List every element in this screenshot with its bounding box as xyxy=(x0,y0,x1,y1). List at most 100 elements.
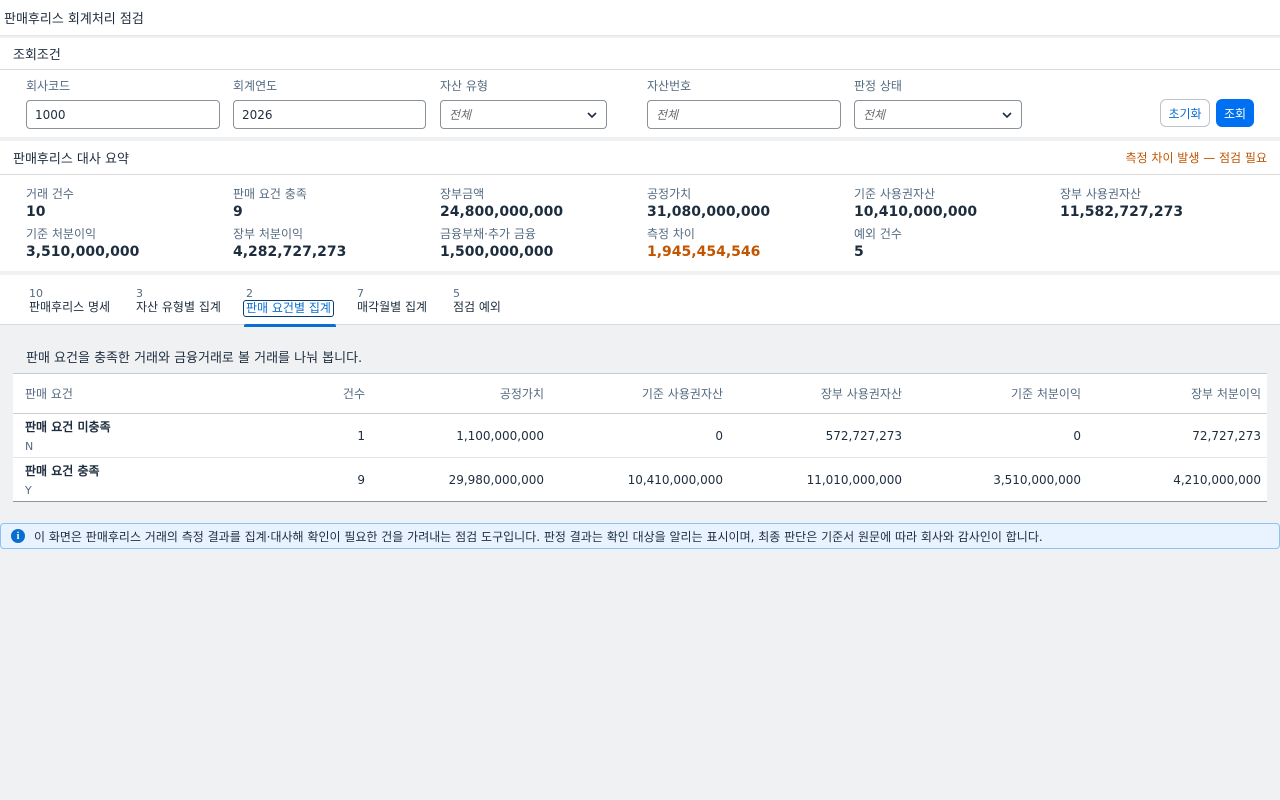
requirement-cell: 판매 요건 충족 Y xyxy=(13,457,243,502)
summary-title: 판매후리스 대사 요약 xyxy=(13,152,129,167)
tab-lease-detail[interactable]: 10 판매후리스 명세 xyxy=(29,287,110,315)
chevron-down-icon xyxy=(1002,112,1012,119)
tab-label: 점검 예외 xyxy=(453,300,501,314)
filter-bar: 회사코드 1000 회계연도 2026 자산 유형 전체 자산번호 전체 판정 xyxy=(0,70,1280,137)
base-rou-cell: 10,410,000,000 xyxy=(550,457,729,502)
kpi-value: 5 xyxy=(854,244,864,260)
kpi-value: 24,800,000,000 xyxy=(440,204,564,220)
chevron-down-icon xyxy=(587,112,597,119)
judgment-status-value: 전체 xyxy=(863,108,886,122)
tab-description: 판매 요건을 충족한 거래와 금융거래로 볼 거래를 나눠 봅니다. xyxy=(26,351,363,366)
asset-number-placeholder: 전체 xyxy=(656,108,679,122)
asset-number-input[interactable]: 전체 xyxy=(647,100,841,129)
fiscal-year-value: 2026 xyxy=(242,107,273,122)
column-header[interactable]: 장부 사용권자산 xyxy=(729,373,908,414)
info-text: 이 화면은 판매후리스 거래의 측정 결과를 집계·대사해 확인이 필요한 건을… xyxy=(34,529,1043,544)
kpi-base-gain: 기준 처분이익 3,510,000,000 xyxy=(26,227,139,261)
kpi-exception-count: 예외 건수 5 xyxy=(854,227,902,261)
judgment-status-label: 판정 상태 xyxy=(854,79,902,93)
kpi-label: 예외 건수 xyxy=(854,227,902,241)
column-header[interactable]: 기준 사용권자산 xyxy=(550,373,729,414)
fiscal-year-input[interactable]: 2026 xyxy=(233,100,426,129)
requirement-cell: 판매 요건 미충족 N xyxy=(13,413,243,458)
kpi-measurement-diff: 측정 차이 1,945,454,546 xyxy=(647,227,760,261)
requirement-code: N xyxy=(25,440,34,453)
count-cell: 1 xyxy=(243,413,371,458)
company-code-value: 1000 xyxy=(35,107,66,122)
info-icon: i xyxy=(11,529,25,543)
search-button[interactable]: 조회 xyxy=(1216,99,1254,127)
asset-type-select[interactable]: 전체 xyxy=(440,100,607,129)
tab-count: 3 xyxy=(136,287,143,300)
kpi-book-gain: 장부 처분이익 4,282,727,273 xyxy=(233,227,346,261)
asset-number-label: 자산번호 xyxy=(647,79,692,93)
kpi-value: 1,500,000,000 xyxy=(440,244,554,260)
book-rou-cell: 11,010,000,000 xyxy=(729,457,908,502)
kpi-sale-met: 판매 요건 충족 9 xyxy=(233,187,307,221)
fiscal-year-label: 회계연도 xyxy=(233,79,278,93)
filter-title: 조회조건 xyxy=(13,48,61,63)
measurement-warning: 측정 차이 발생 — 점검 필요 xyxy=(1125,151,1267,165)
column-header[interactable]: 기준 처분이익 xyxy=(908,373,1087,414)
kpi-value: 31,080,000,000 xyxy=(647,204,771,220)
kpi-label: 공정가치 xyxy=(647,187,692,201)
fair-value-cell: 1,100,000,000 xyxy=(371,413,550,458)
info-message-strip: i 이 화면은 판매후리스 거래의 측정 결과를 집계·대사해 확인이 필요한 … xyxy=(0,523,1280,549)
kpi-label: 장부금액 xyxy=(440,187,485,201)
asset-number-field: 자산번호 전체 xyxy=(647,78,841,129)
book-gain-cell: 72,727,273 xyxy=(1087,413,1267,458)
book-rou-cell: 572,727,273 xyxy=(729,413,908,458)
page: 판매후리스 회계처리 점검 조회조건 회사코드 1000 회계연도 2026 자… xyxy=(0,0,1280,800)
kpi-value: 10,410,000,000 xyxy=(854,204,978,220)
tab-label: 판매 요건별 집계 xyxy=(243,300,334,317)
table-row[interactable]: 판매 요건 미충족 N 1 1,100,000,000 0 572,727,27… xyxy=(13,413,1267,458)
tab-asset-type-summary[interactable]: 3 자산 유형별 집계 xyxy=(136,287,221,315)
sale-requirement-table: 판매 요건 건수 공정가치 기준 사용권자산 장부 사용권자산 기준 처분이익 … xyxy=(13,373,1267,502)
table-header-row: 판매 요건 건수 공정가치 기준 사용권자산 장부 사용권자산 기준 처분이익 … xyxy=(13,373,1267,414)
company-code-field: 회사코드 1000 xyxy=(26,78,220,129)
tab-count: 10 xyxy=(29,287,43,300)
fair-value-cell: 29,980,000,000 xyxy=(371,457,550,502)
column-header[interactable]: 장부 처분이익 xyxy=(1087,373,1267,414)
kpi-value: 9 xyxy=(233,204,243,220)
column-header[interactable]: 판매 요건 xyxy=(13,373,243,414)
column-header[interactable]: 건수 xyxy=(243,373,371,414)
filter-header: 조회조건 xyxy=(0,38,1280,70)
kpi-label: 장부 사용권자산 xyxy=(1060,187,1142,201)
tab-sale-month-summary[interactable]: 7 매각월별 집계 xyxy=(357,287,427,315)
kpi-book-rou: 장부 사용권자산 11,582,727,273 xyxy=(1060,187,1183,221)
kpi-label: 기준 사용권자산 xyxy=(854,187,936,201)
column-header[interactable]: 공정가치 xyxy=(371,373,550,414)
tab-sale-requirement-summary[interactable]: 2 판매 요건별 집계 xyxy=(243,287,336,327)
book-gain-cell: 4,210,000,000 xyxy=(1087,457,1267,502)
tab-label: 판매후리스 명세 xyxy=(29,300,111,314)
kpi-value: 4,282,727,273 xyxy=(233,244,347,260)
judgment-status-select[interactable]: 전체 xyxy=(854,100,1022,129)
company-code-input[interactable]: 1000 xyxy=(26,100,220,129)
table-row[interactable]: 판매 요건 충족 Y 9 29,980,000,000 10,410,000,0… xyxy=(13,457,1267,502)
asset-type-field: 자산 유형 전체 xyxy=(440,78,607,129)
kpi-base-rou: 기준 사용권자산 10,410,000,000 xyxy=(854,187,977,221)
kpi-value: 11,582,727,273 xyxy=(1060,204,1184,220)
asset-type-label: 자산 유형 xyxy=(440,79,488,93)
requirement-name: 판매 요건 미충족 xyxy=(25,420,111,434)
kpi-label: 기준 처분이익 xyxy=(26,227,97,241)
app-header: 판매후리스 회계처리 점검 xyxy=(0,0,1280,36)
tab-count: 5 xyxy=(453,287,460,300)
tab-count: 7 xyxy=(357,287,364,300)
tab-count: 2 xyxy=(246,287,253,300)
fiscal-year-field: 회계연도 2026 xyxy=(233,78,426,129)
kpi-value: 3,510,000,000 xyxy=(26,244,140,260)
base-gain-cell: 0 xyxy=(908,413,1087,458)
reset-button[interactable]: 초기화 xyxy=(1160,99,1210,127)
judgment-status-field: 판정 상태 전체 xyxy=(854,78,1022,129)
kpi-value: 10 xyxy=(26,204,46,220)
kpi-label: 장부 처분이익 xyxy=(233,227,304,241)
asset-type-value: 전체 xyxy=(449,108,472,122)
tab-bar: 10 판매후리스 명세 3 자산 유형별 집계 2 판매 요건별 집계 7 매각… xyxy=(0,275,1280,327)
company-code-label: 회사코드 xyxy=(26,79,71,93)
tab-exceptions[interactable]: 5 점검 예외 xyxy=(453,287,501,315)
tab-label: 자산 유형별 집계 xyxy=(136,300,221,314)
base-rou-cell: 0 xyxy=(550,413,729,458)
kpi-value: 1,945,454,546 xyxy=(647,244,761,260)
